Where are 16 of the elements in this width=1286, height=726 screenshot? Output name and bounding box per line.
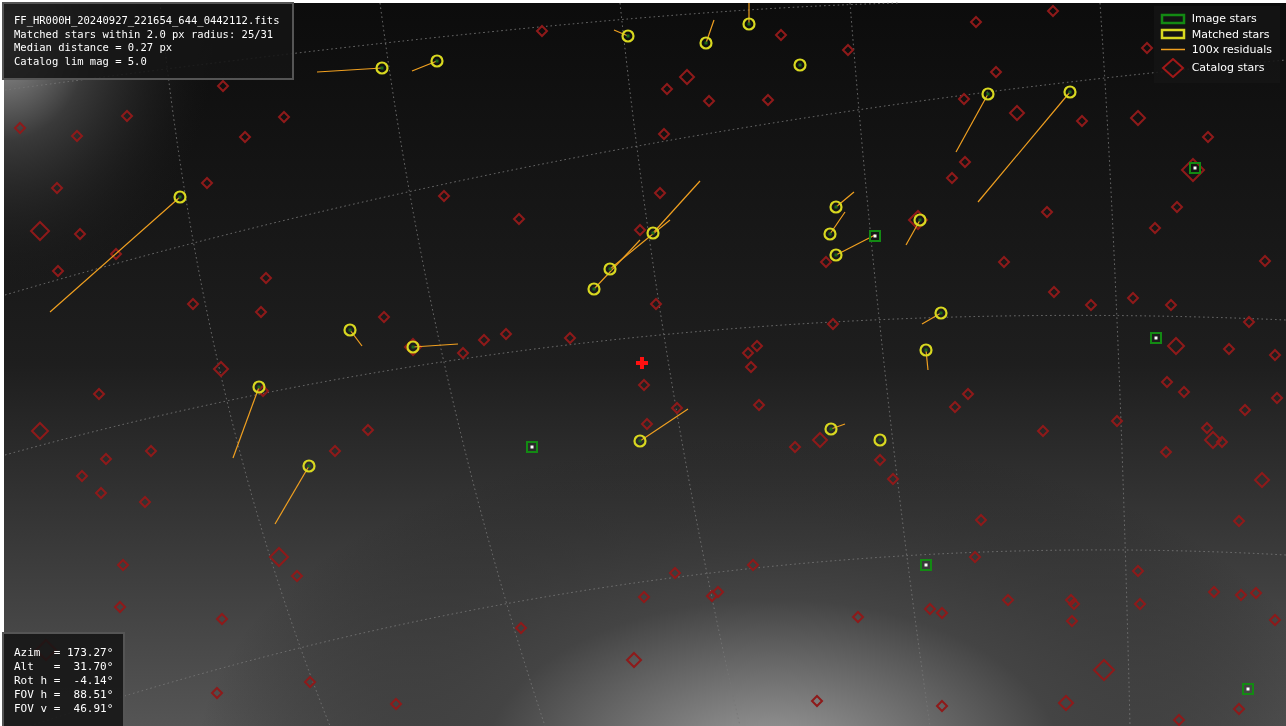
pointing-text-line: Alt = 31.70° — [14, 660, 114, 674]
info-text-line: FF_HR000H_20240927_221654_644_0442112.fits — [14, 14, 280, 28]
pointing-text-line: Azim = 173.27° — [14, 646, 114, 660]
legend-label: Catalog stars — [1191, 59, 1265, 76]
info-text-line: Matched stars within 2.0 px radius: 25/31 — [14, 27, 275, 41]
info-text-line: Median distance = 0.27 px — [14, 41, 174, 55]
line-icon — [1159, 48, 1186, 52]
rectangle-marker-icon — [1159, 27, 1186, 42]
pointing-text-line: FOV v = 46.91° — [14, 702, 114, 716]
info-text-line: Catalog lim mag = 5.0 — [14, 54, 148, 68]
legend-label: Image stars — [1191, 11, 1257, 27]
pointing-text-line: FOV h = 88.51° — [14, 688, 114, 702]
pointing-text-line: Rot h = -4.14° — [14, 674, 114, 688]
legend-label: Matched stars — [1191, 26, 1270, 42]
diamond-icon — [1159, 57, 1186, 78]
legend-label: 100x residuals — [1191, 42, 1272, 58]
